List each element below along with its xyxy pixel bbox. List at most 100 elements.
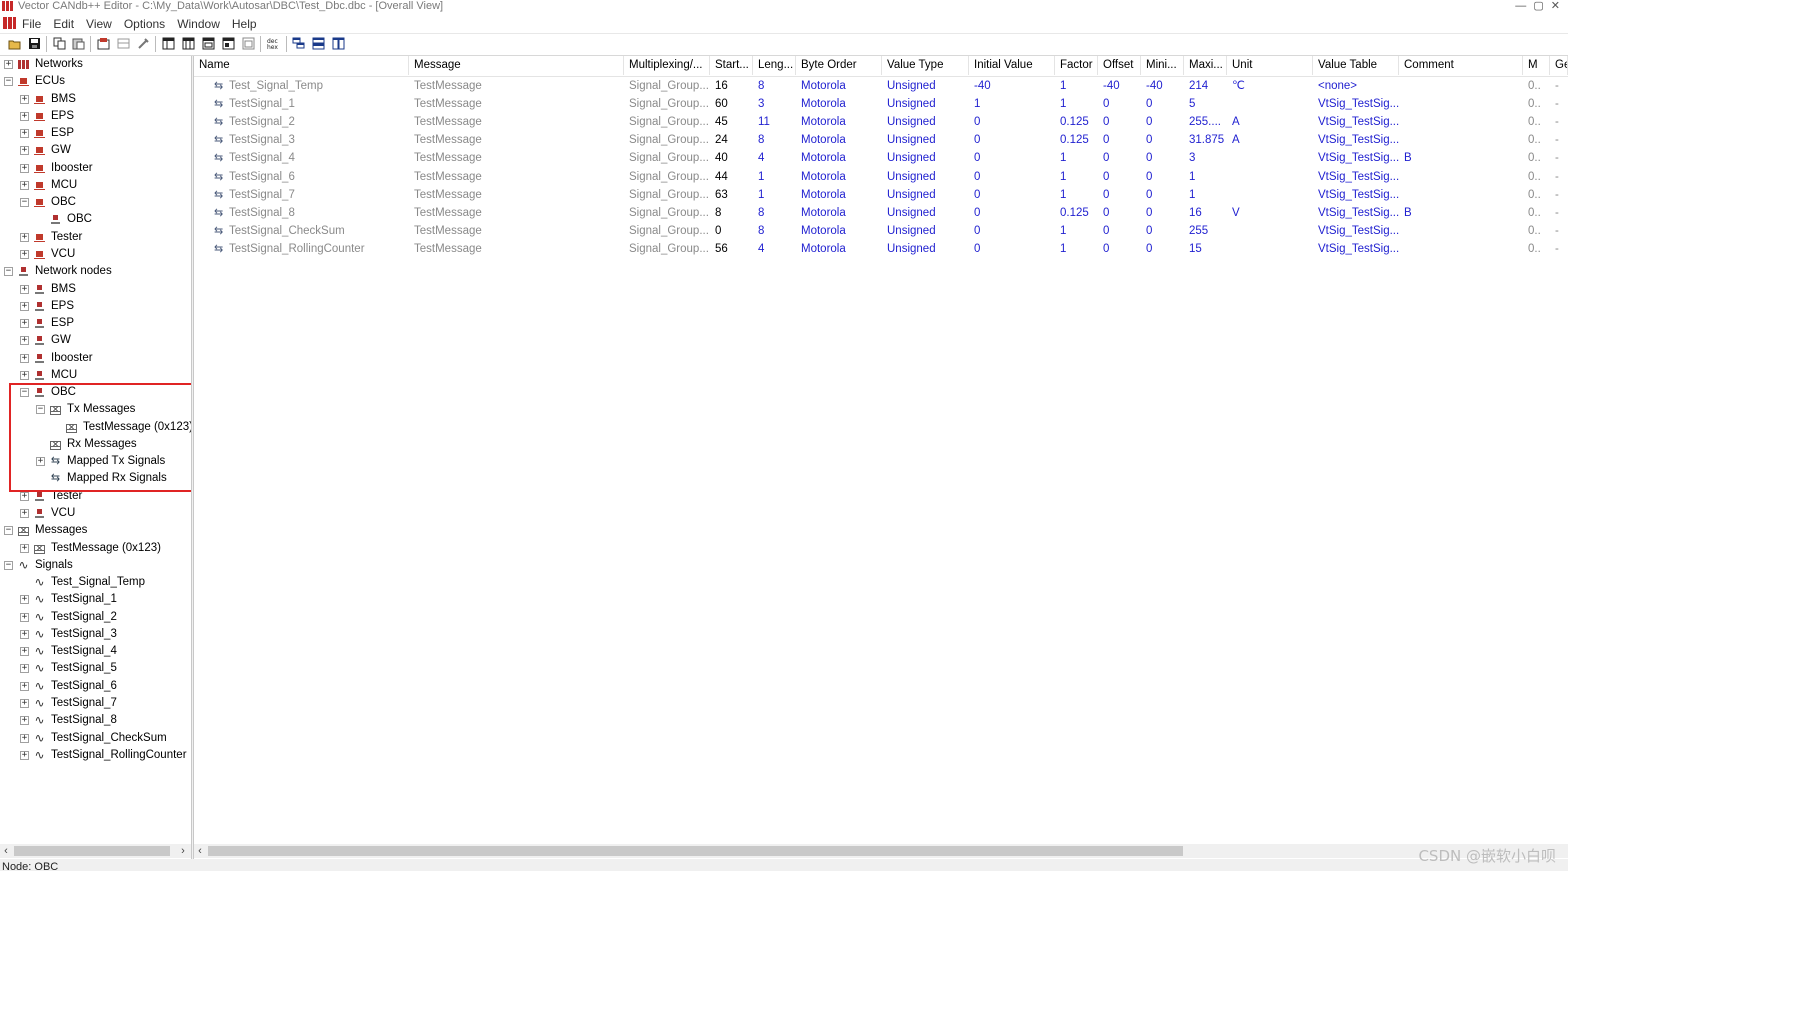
expand-icon[interactable]: +: [20, 301, 29, 311]
copy-icon[interactable]: [53, 37, 66, 50]
column-header[interactable]: Factor: [1055, 56, 1098, 75]
table-row[interactable]: ⇆ TestSignal_RollingCounter TestMessage Sig…: [194, 240, 1568, 258]
expand-icon[interactable]: +: [20, 146, 29, 156]
table-row[interactable]: ⇆ TestSignal_7 TestMessage Signal_Group... 6…: [194, 186, 1568, 204]
expand-icon[interactable]: +: [20, 716, 29, 726]
tree-horizontal-scrollbar[interactable]: ‹ ›: [0, 844, 191, 858]
scrollbar-thumb[interactable]: [208, 846, 1183, 856]
menu-options[interactable]: Options: [124, 17, 165, 31]
column-header[interactable]: Mini...: [1141, 56, 1184, 75]
scroll-right-icon[interactable]: ›: [177, 844, 189, 858]
scroll-left-icon[interactable]: ‹: [0, 844, 12, 858]
window-controls[interactable]: — ▢ ✕: [1515, 0, 1562, 12]
menu-edit[interactable]: Edit: [53, 17, 74, 31]
expand-icon[interactable]: +: [20, 232, 29, 242]
tree-view[interactable]: + Networks − ECUs + BMS + EPS + ESP + GW + Ibooster + M…: [0, 56, 191, 846]
collapse-icon[interactable]: −: [20, 198, 29, 208]
expand-icon[interactable]: +: [20, 595, 29, 605]
collapse-icon[interactable]: −: [4, 267, 13, 277]
expand-icon[interactable]: +: [20, 370, 29, 380]
table-cell: 0: [715, 224, 722, 237]
expand-icon[interactable]: +: [20, 698, 29, 708]
table-row[interactable]: ⇆ TestSignal_2 TestMessage Signal_Group... 4…: [194, 113, 1568, 131]
paste-icon[interactable]: [72, 37, 85, 50]
scrollbar-thumb[interactable]: [14, 846, 170, 856]
save-icon[interactable]: [28, 37, 41, 50]
menu-window[interactable]: Window: [177, 17, 220, 31]
table-row[interactable]: ⇆ TestSignal_1 TestMessage Signal_Group... 6…: [194, 95, 1568, 113]
expand-icon[interactable]: +: [20, 629, 29, 639]
column-header[interactable]: Ge: [1550, 56, 1568, 75]
collapse-icon[interactable]: −: [4, 560, 13, 570]
expand-icon[interactable]: +: [20, 284, 29, 294]
column-header[interactable]: Initial Value: [969, 56, 1055, 75]
properties-icon[interactable]: [97, 37, 110, 50]
column-header[interactable]: Leng...: [753, 56, 796, 75]
column-header[interactable]: Message: [409, 56, 624, 75]
view3-icon[interactable]: [202, 37, 215, 50]
grid-icon[interactable]: [117, 37, 130, 50]
column-header[interactable]: Maxi...: [1184, 56, 1227, 75]
expand-icon[interactable]: +: [20, 129, 29, 139]
tile-vertical-icon[interactable]: [332, 37, 345, 50]
expand-icon[interactable]: +: [20, 647, 29, 657]
expand-icon[interactable]: +: [20, 612, 29, 622]
table-row[interactable]: ⇆ TestSignal_4 TestMessage Signal_Group... 4…: [194, 149, 1568, 167]
menu-help[interactable]: Help: [232, 17, 257, 31]
table-row[interactable]: ⇆ Test_Signal_Temp TestMessage Signal_Group…: [194, 77, 1568, 95]
menu-file[interactable]: File: [22, 17, 41, 31]
table-row[interactable]: ⇆ TestSignal_6 TestMessage Signal_Group... 4…: [194, 168, 1568, 186]
table-row[interactable]: ⇆ TestSignal_8 TestMessage Signal_Group... 8…: [194, 204, 1568, 222]
open-icon[interactable]: [8, 37, 21, 50]
collapse-icon[interactable]: −: [4, 77, 13, 87]
expand-icon[interactable]: +: [20, 509, 29, 519]
view2-icon[interactable]: [182, 37, 195, 50]
column-header[interactable]: M: [1523, 56, 1550, 75]
column-header[interactable]: Offset: [1098, 56, 1141, 75]
window-title: Vector CANdb++ Editor - C:\My_Data\Work\…: [18, 0, 444, 12]
column-header[interactable]: Value Table: [1313, 56, 1399, 75]
expand-icon[interactable]: +: [20, 336, 29, 346]
table-cell: [1399, 95, 1523, 113]
list-horizontal-scrollbar[interactable]: ‹: [194, 844, 1568, 858]
column-header[interactable]: Comment: [1399, 56, 1523, 75]
column-header[interactable]: Start...: [710, 56, 753, 75]
column-header[interactable]: Byte Order: [796, 56, 882, 75]
tile-horizontal-icon[interactable]: [312, 37, 325, 50]
column-header[interactable]: Unit: [1227, 56, 1313, 75]
table-row[interactable]: ⇆ TestSignal_CheckSum TestMessage Signal_Gr…: [194, 222, 1568, 240]
menu-view[interactable]: View: [86, 17, 112, 31]
expand-icon[interactable]: +: [20, 163, 29, 173]
document-icon[interactable]: [3, 17, 16, 29]
expand-icon[interactable]: +: [36, 457, 45, 467]
expand-icon[interactable]: +: [20, 491, 29, 501]
scroll-left-icon[interactable]: ‹: [194, 844, 206, 858]
column-header[interactable]: Multiplexing/...: [624, 56, 710, 75]
expand-icon[interactable]: +: [20, 111, 29, 121]
expand-icon[interactable]: +: [20, 319, 29, 329]
ecu-icon: [34, 111, 45, 122]
tools-icon[interactable]: [137, 37, 150, 50]
expand-icon[interactable]: +: [4, 60, 13, 69]
table-row[interactable]: ⇆ TestSignal_3 TestMessage Signal_Group... 2…: [194, 131, 1568, 149]
expand-icon[interactable]: +: [20, 249, 29, 259]
expand-icon[interactable]: +: [20, 750, 29, 760]
view4-icon[interactable]: [222, 37, 235, 50]
expand-icon[interactable]: +: [20, 681, 29, 691]
expand-icon[interactable]: +: [20, 733, 29, 743]
expand-icon[interactable]: +: [20, 94, 29, 104]
view5-icon[interactable]: [242, 37, 255, 50]
view1-icon[interactable]: [162, 37, 175, 50]
collapse-icon[interactable]: −: [20, 388, 29, 398]
column-header[interactable]: Name: [194, 56, 409, 75]
collapse-icon[interactable]: −: [4, 526, 13, 536]
cascade-icon[interactable]: [292, 37, 305, 50]
expand-icon[interactable]: +: [20, 664, 29, 674]
expand-icon[interactable]: +: [20, 543, 29, 553]
collapse-icon[interactable]: −: [36, 405, 45, 415]
tree-item-label: BMS: [51, 282, 76, 295]
dec-hex-icon[interactable]: dechex: [266, 37, 282, 50]
expand-icon[interactable]: +: [20, 180, 29, 190]
expand-icon[interactable]: +: [20, 353, 29, 363]
column-header[interactable]: Value Type: [882, 56, 969, 75]
